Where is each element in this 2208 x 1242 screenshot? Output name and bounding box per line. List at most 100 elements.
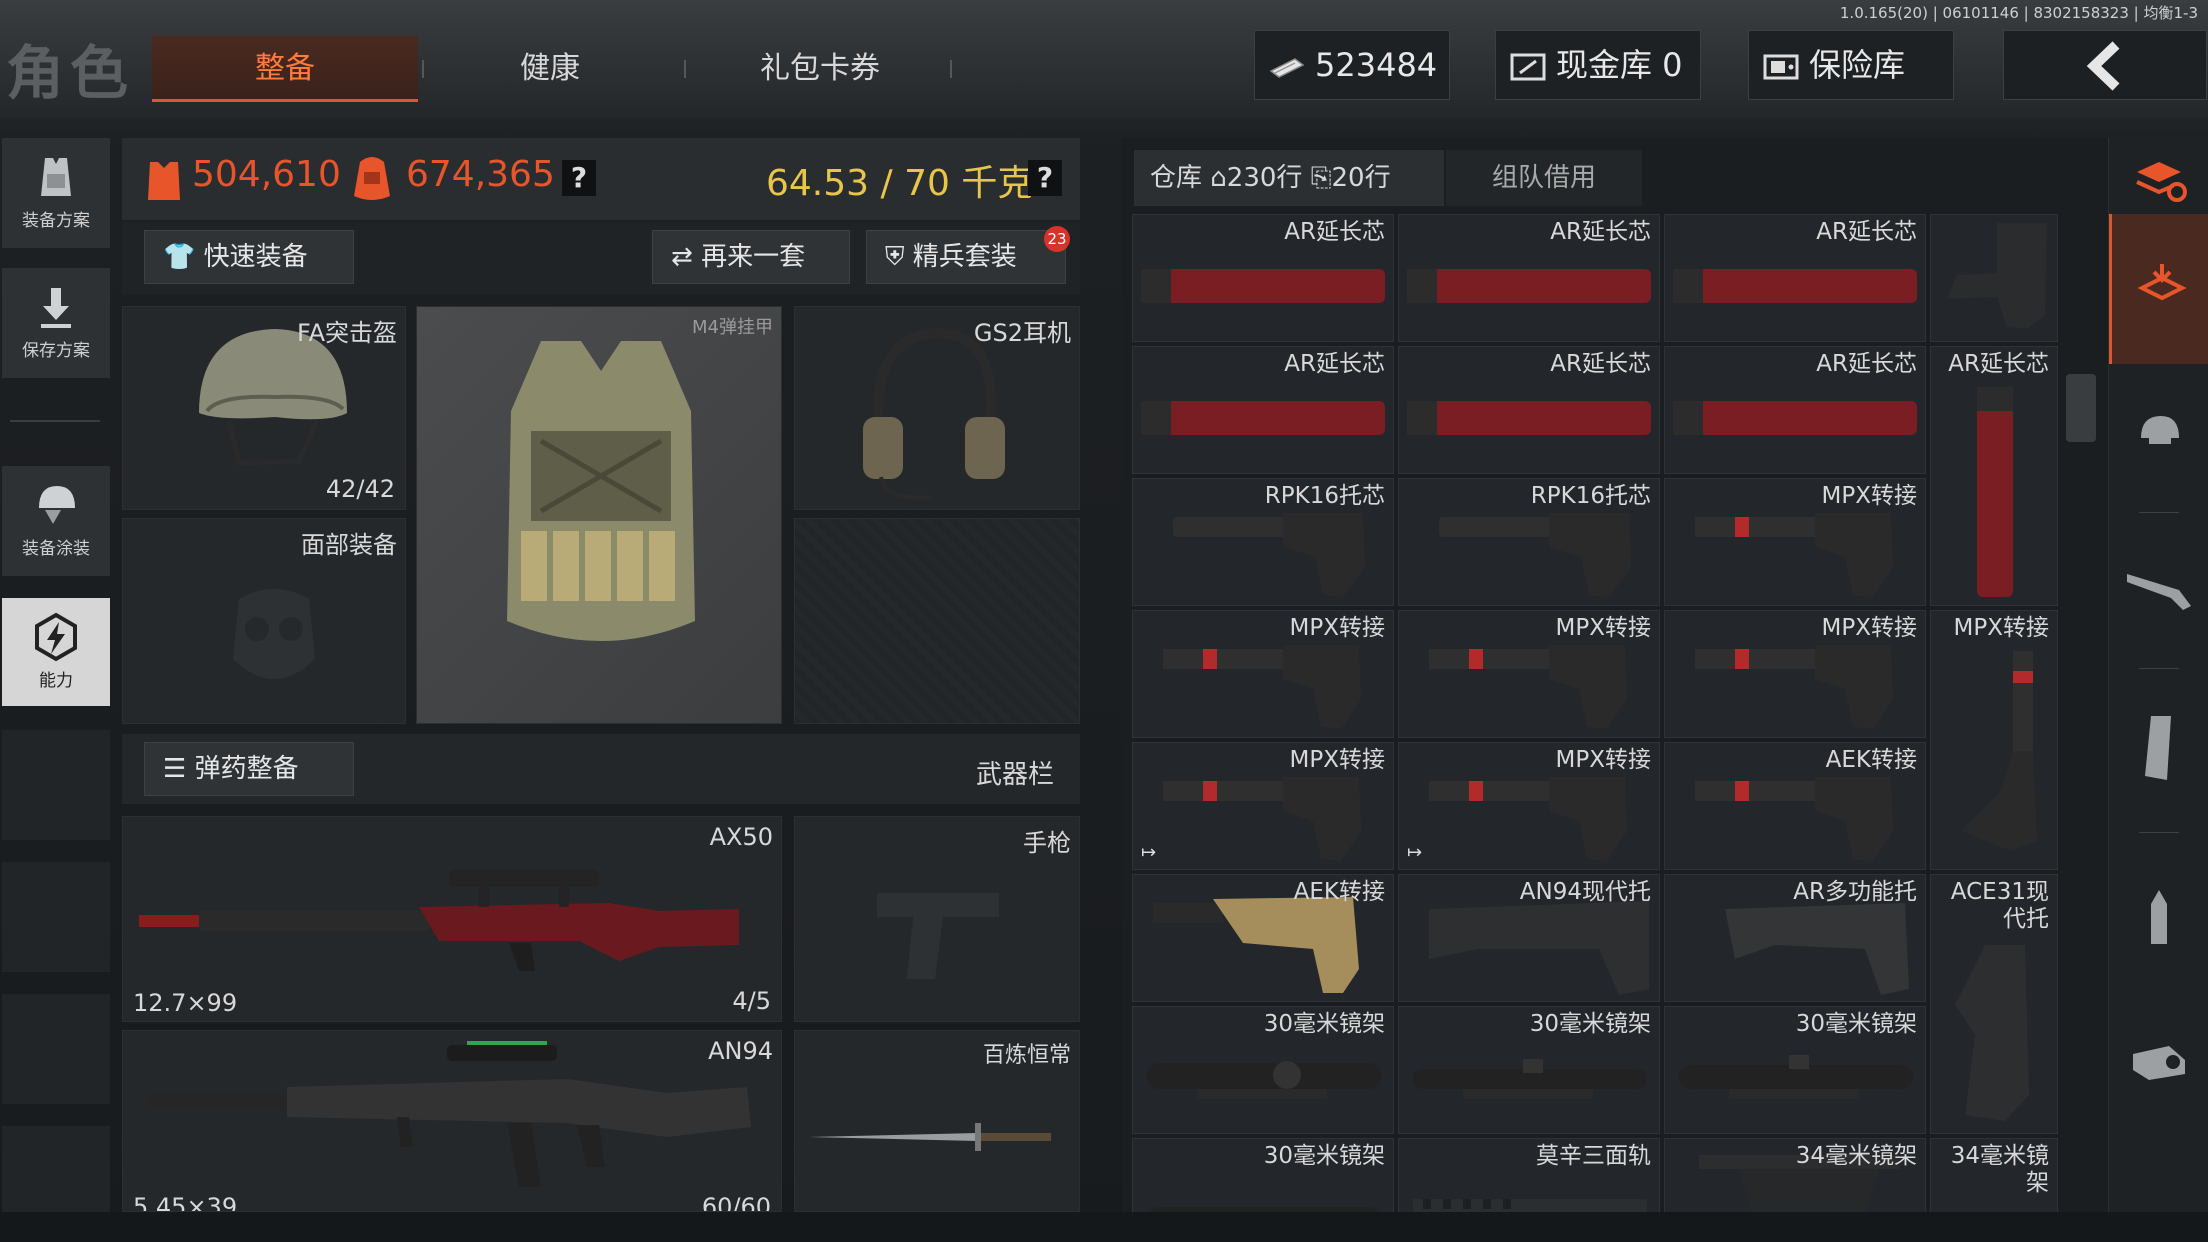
stock-adapter-vertical-image (1961, 651, 2037, 851)
inventory-item[interactable]: MPX转接 ↦ (1132, 742, 1394, 870)
nav-save-plan[interactable]: 保存方案 (2, 268, 110, 378)
inventory-item[interactable]: AR多功能托 (1664, 874, 1926, 1002)
item-label: AEK转接 (1825, 747, 1917, 773)
primary-weapon-slot-1[interactable]: AX50 12.7×99 4/5 (122, 816, 782, 1022)
primary-weapon-slot-2[interactable]: AN94 5.45×39 60/60 (122, 1030, 782, 1212)
empty-gear-slot[interactable] (794, 518, 1080, 724)
tab-equip[interactable]: 整备 (152, 36, 418, 102)
inventory-item[interactable]: AR延长芯 (1398, 346, 1660, 474)
headset-slot[interactable]: GS2耳机 (794, 306, 1080, 510)
inventory-item[interactable]: 30毫米镜架 (1664, 1006, 1926, 1134)
team-borrow-tab[interactable]: 组队借用 (1446, 150, 1642, 206)
inventory-item[interactable]: AR延长芯 (1132, 346, 1394, 474)
inventory-item[interactable]: AEK转接 (1664, 742, 1926, 870)
face-slot[interactable]: 面部装备 (122, 518, 406, 724)
inventory-item[interactable]: MPX转接 (1664, 478, 1926, 606)
tab-health[interactable]: 健康 (450, 36, 650, 102)
extension-tube-image (1141, 401, 1385, 435)
item-label: AN94现代托 (1519, 879, 1651, 905)
category-weapon[interactable] (2109, 524, 2208, 654)
inventory-item[interactable]: MPX转接 (1664, 610, 1926, 738)
item-label: AR延长芯 (1550, 351, 1651, 377)
weapon2-ammo: 60/60 (701, 1193, 771, 1212)
stock-adapter-image (1695, 645, 1893, 729)
category-magazine[interactable] (2109, 678, 2208, 818)
warehouse-scrollbar[interactable] (2066, 374, 2096, 442)
ammo-prep-button[interactable]: ☰ 弹药整备 (144, 742, 354, 796)
safe-icon (1510, 53, 1546, 81)
inventory-item[interactable] (1930, 214, 2058, 342)
notification-badge: 23 (1044, 226, 1070, 252)
app-root: 1.0.165(20) | 06101146 | 8302158323 | 均衡… (0, 0, 2208, 1242)
warehouse-grid: AR延长芯 AR延长芯 AR延长芯 AR延长芯 AR延长芯 AR延长芯 AR延长… (1132, 214, 2058, 1242)
nav-divider (2139, 832, 2179, 833)
nav-equip-paint[interactable]: 装备涂装 (2, 466, 110, 576)
armor-slot[interactable]: M4弹挂甲 (416, 306, 782, 724)
inventory-item[interactable]: AR延长芯 (1132, 214, 1394, 342)
armor-vest-image (507, 341, 695, 641)
headset-image (863, 327, 1005, 500)
inventory-item[interactable]: AR延长芯 (1398, 214, 1660, 342)
category-all[interactable] (2109, 214, 2208, 364)
inventory-item[interactable]: AEK转接 (1132, 874, 1394, 1002)
assault-rifle-image (147, 1041, 751, 1187)
ace-stock-image (1955, 945, 2029, 1121)
stack-refresh-icon[interactable] (2133, 156, 2187, 204)
category-ammo[interactable] (2109, 838, 2208, 988)
item-label: MPX转接 (1555, 747, 1651, 773)
weapon1-caliber: 12.7×99 (133, 989, 238, 1017)
inventory-item[interactable]: ACE31现代托 (1930, 874, 2058, 1134)
nav-ability[interactable]: 能力 (2, 598, 110, 706)
insurance-vault-button[interactable]: 保险库 (1748, 30, 1954, 100)
quick-equip-button[interactable]: 👕 快速装备 (144, 230, 354, 284)
retry-set-button[interactable]: ⇄ 再来一套 (652, 230, 850, 284)
inventory-item[interactable]: MPX转接 (1132, 610, 1394, 738)
backpack-value-icon (148, 162, 180, 200)
gasmask-icon (233, 589, 315, 679)
category-scope[interactable] (2109, 988, 2208, 1138)
pistol-slot[interactable]: 手枪 (794, 816, 1080, 1022)
back-arrow-icon (2086, 41, 2120, 91)
melee-slot[interactable]: 百炼恒常 (794, 1030, 1080, 1212)
tab-gift-coupons[interactable]: 礼包卡券 (710, 36, 930, 102)
headset-label: GS2耳机 (973, 319, 1071, 347)
currency-display[interactable]: 523484 (1254, 30, 1450, 100)
equipped-marker-icon: ↦ (1407, 842, 1423, 863)
melee-label: 百炼恒常 (982, 1043, 1071, 1068)
elite-set-button[interactable]: ⛨ 精兵套装 (866, 230, 1066, 284)
warehouse-tab[interactable]: 仓库 ⌂230行 ⎘20行 (1134, 150, 1444, 206)
nav-equip-plan[interactable]: 装备方案 (2, 138, 110, 248)
helmet-icon (2141, 416, 2179, 444)
sniper-rifle-image (139, 869, 739, 971)
inventory-item[interactable]: MPX转接 (1398, 610, 1660, 738)
item-label: 莫辛三面轨 (1536, 1143, 1651, 1169)
stock-adapter-image (1695, 513, 1893, 597)
category-helmet[interactable] (2109, 374, 2208, 494)
inventory-item[interactable]: 30毫米镜架 (1132, 1006, 1394, 1134)
inventory-item[interactable]: AR延长芯 (1664, 214, 1926, 342)
nav-divider (2139, 668, 2179, 669)
back-button[interactable] (2003, 30, 2207, 100)
inventory-item[interactable]: AR延长芯 (1664, 346, 1926, 474)
nav-ability-label: 能力 (39, 671, 73, 691)
inventory-item[interactable]: MPX转接 ↦ (1398, 742, 1660, 870)
list-icon: ☰ (163, 754, 187, 784)
paint-helmet-icon (39, 486, 75, 524)
inventory-item[interactable]: MPX转接 (1930, 610, 2058, 870)
nav-save-plan-label: 保存方案 (22, 341, 90, 361)
stats-bar: 504,610 674,365 ? 64.53 / 70 千克 ? (122, 138, 1080, 220)
helmet-slot[interactable]: FA突击盔 42/42 (122, 306, 406, 510)
item-label: MPX转接 (1953, 615, 2049, 641)
cash-vault-label: 现金库 0 (1556, 46, 1683, 84)
inventory-item[interactable]: AR延长芯 (1930, 346, 2058, 606)
help-icon[interactable]: ? (562, 160, 596, 196)
weight-help-icon[interactable]: ? (1028, 160, 1062, 196)
inventory-item[interactable]: AN94现代托 (1398, 874, 1660, 1002)
cash-vault-button[interactable]: 现金库 0 (1495, 30, 1701, 100)
inventory-item[interactable]: RPK16托芯 (1398, 478, 1660, 606)
inventory-item[interactable]: 30毫米镜架 (1398, 1006, 1660, 1134)
weapon1-name: AX50 (709, 823, 773, 851)
inventory-item[interactable]: RPK16托芯 (1132, 478, 1394, 606)
extension-tube-image (1673, 269, 1917, 303)
item-label: MPX转接 (1821, 483, 1917, 509)
